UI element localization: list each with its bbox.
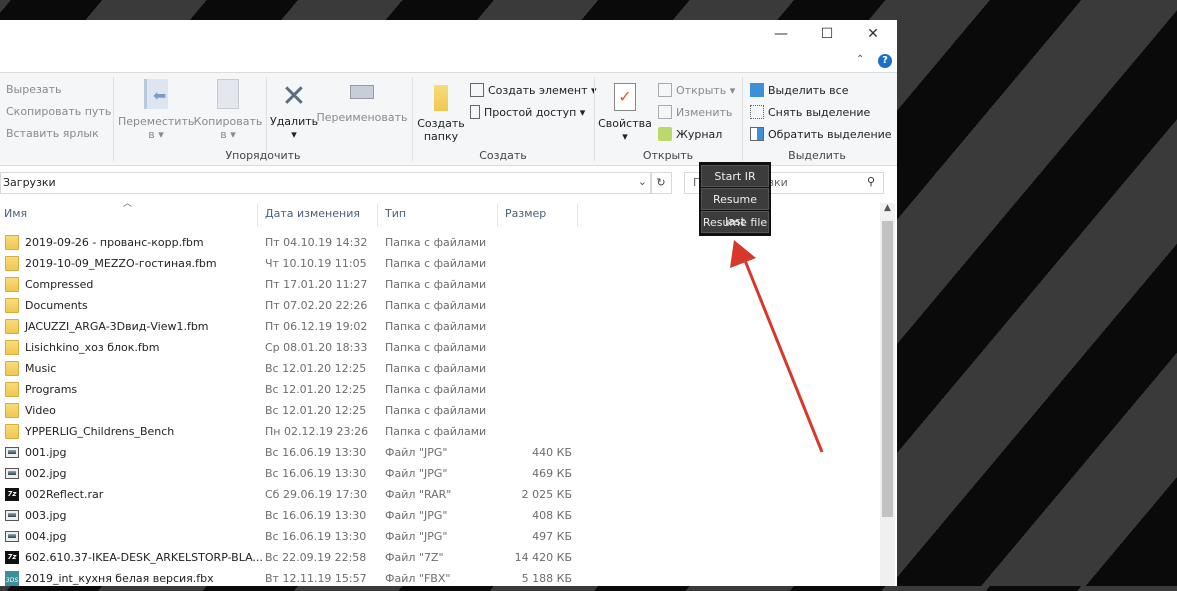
annotation-arrow [730,240,824,453]
arrow-head [730,240,756,268]
arrow-shaft [742,257,824,453]
